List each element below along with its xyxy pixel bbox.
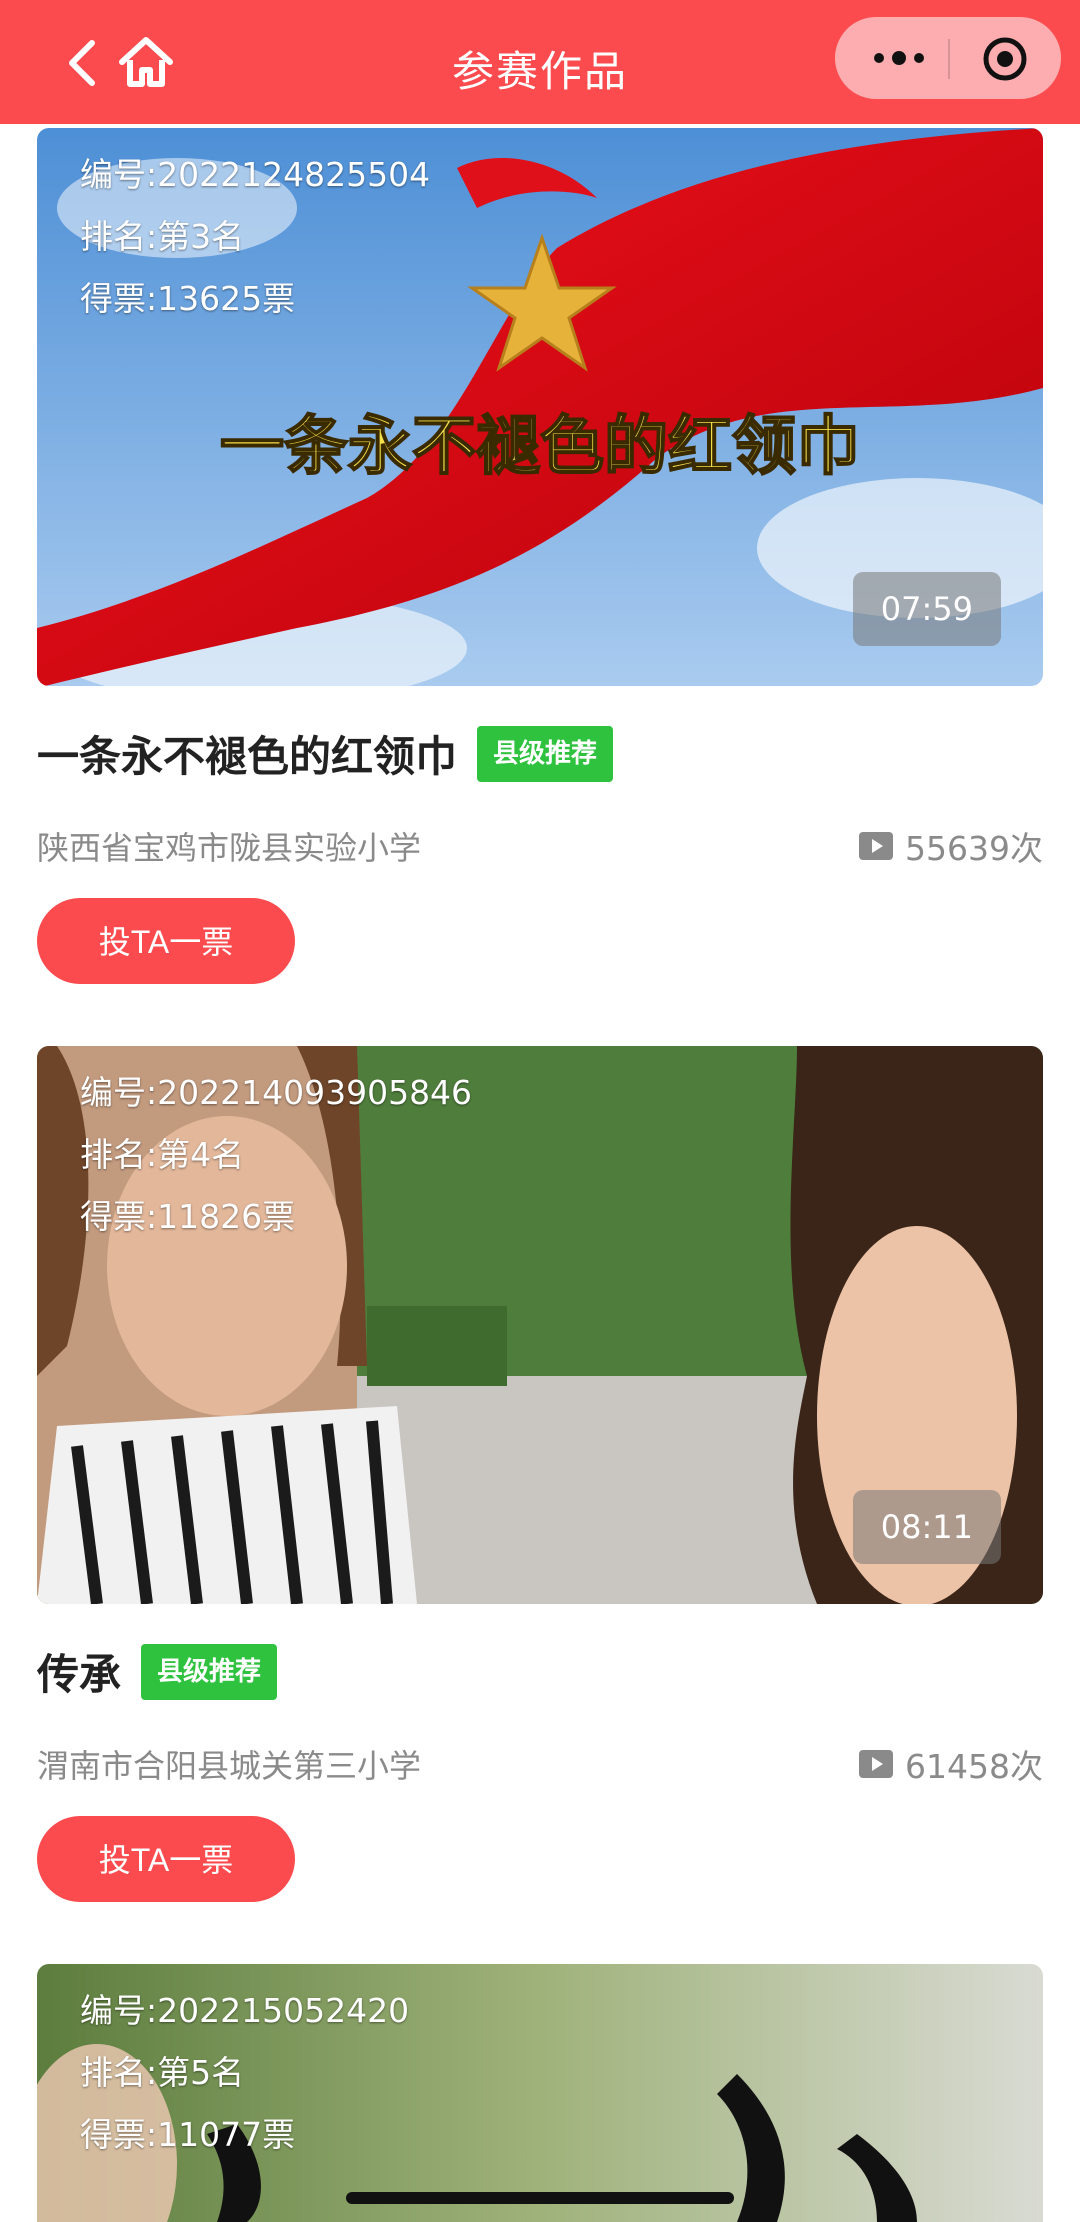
- video-duration: 08:11: [852, 1490, 1001, 1564]
- video-duration: 07:59: [852, 572, 1001, 646]
- entry-rank: 排名:第3名: [80, 217, 245, 256]
- vote-button[interactable]: 投TA一票: [37, 898, 295, 984]
- entry-title: 传承: [37, 1650, 122, 1699]
- play-count-icon: [859, 832, 894, 860]
- entry-id: 编号:202214093905846: [80, 1073, 473, 1112]
- entry-votes: 得票:11077票: [80, 2115, 296, 2154]
- close-program-icon[interactable]: [981, 35, 1029, 83]
- view-count: 55639次: [905, 829, 1043, 868]
- video-thumbnail[interactable]: 编号:202214093905846 排名:第4名 得票:11826票 08:1…: [37, 1046, 1043, 1604]
- capsule-divider: [948, 39, 950, 79]
- entry-votes: 得票:11826票: [80, 1197, 296, 1236]
- entry-id: 编号:202215052420: [80, 1991, 410, 2030]
- entry-rank: 排名:第4名: [80, 1135, 245, 1174]
- thumbnail-caption: 一条永不褪色的红领巾: [220, 409, 860, 484]
- video-thumbnail[interactable]: 编号:202215052420 排名:第5名 得票:11077票: [37, 1964, 1043, 2222]
- entry-votes: 得票:13625票: [80, 279, 296, 318]
- school-name: 陕西省宝鸡市陇县实验小学: [37, 829, 422, 867]
- entry-title: 一条永不褪色的红领巾: [37, 732, 458, 781]
- recommend-badge: 县级推荐: [477, 725, 614, 782]
- entry-rank: 排名:第5名: [80, 2053, 245, 2092]
- mini-program-capsule: [835, 17, 1061, 99]
- play-count-icon: [859, 1750, 894, 1778]
- top-bar: 参赛作品: [0, 0, 1080, 124]
- entry-id: 编号:2022124825504: [80, 155, 431, 194]
- view-count: 61458次: [905, 1747, 1043, 1786]
- school-name: 渭南市合阳县城关第三小学: [37, 1747, 422, 1785]
- video-thumbnail[interactable]: 一条永不褪色的红领巾 编号:2022124825504 排名:第3名 得票:13…: [37, 128, 1043, 686]
- home-indicator: [346, 2192, 734, 2204]
- vote-button[interactable]: 投TA一票: [37, 1816, 295, 1902]
- more-options-icon[interactable]: [869, 41, 929, 75]
- recommend-badge: 县级推荐: [141, 1643, 278, 1700]
